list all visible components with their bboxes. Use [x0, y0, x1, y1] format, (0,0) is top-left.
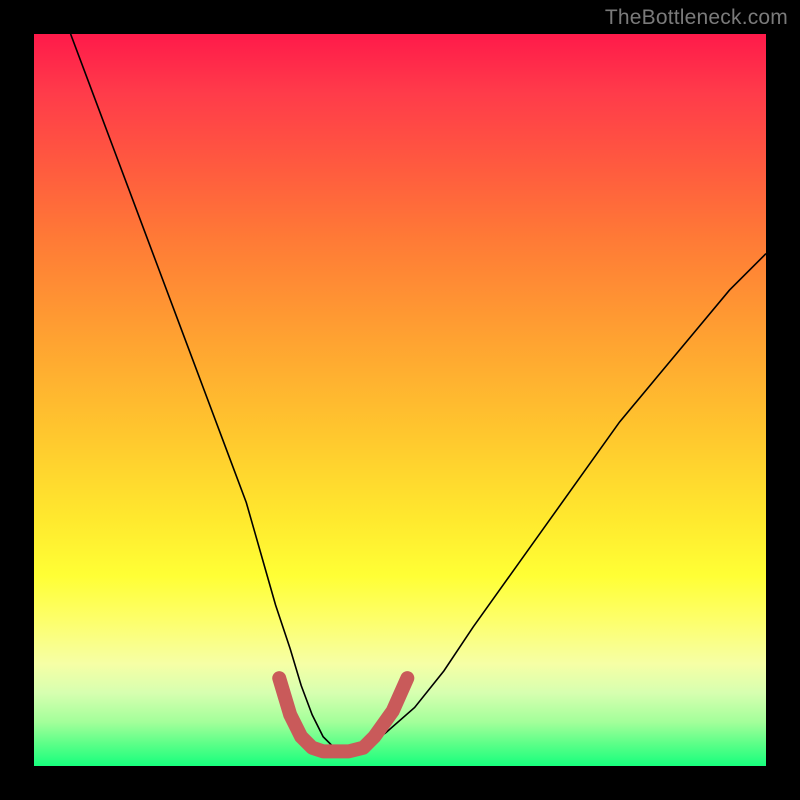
curve-layer	[34, 34, 766, 766]
chart-frame: TheBottleneck.com	[0, 0, 800, 800]
trough-marker-path	[279, 678, 407, 751]
bottleneck-curve-path	[71, 34, 766, 751]
watermark-text: TheBottleneck.com	[605, 6, 788, 30]
plot-area	[34, 34, 766, 766]
